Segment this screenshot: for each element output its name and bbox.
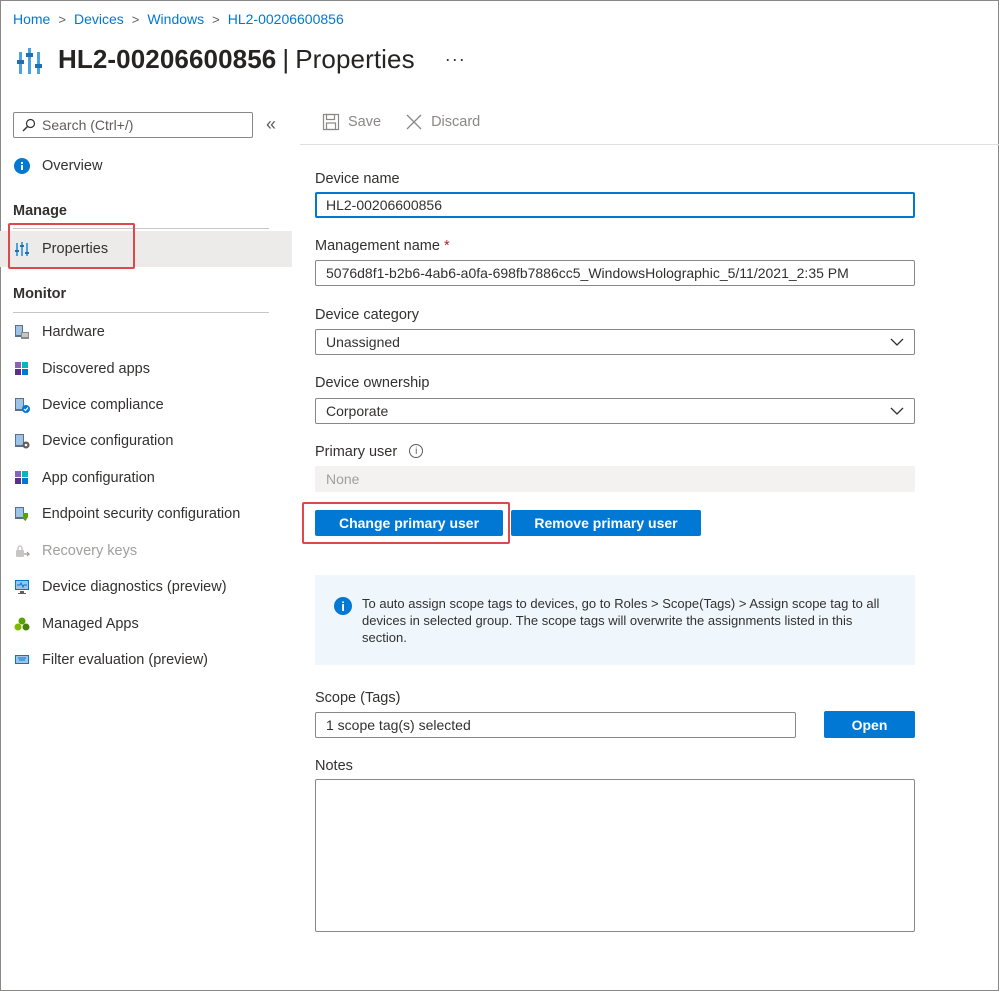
diagnostics-icon <box>13 578 31 596</box>
sidebar-item-discovered-apps[interactable]: Discovered apps <box>0 351 292 387</box>
collapse-sidebar-icon[interactable]: « <box>266 114 276 135</box>
primary-user-value: None <box>326 471 360 487</box>
chevron-down-icon <box>890 407 904 415</box>
notes-label: Notes <box>315 758 353 774</box>
managed-apps-icon <box>13 615 31 633</box>
sidebar-item-label: Overview <box>42 158 103 174</box>
app-configuration-icon <box>13 469 31 487</box>
breadcrumb-device[interactable]: HL2-00206600856 <box>228 11 344 27</box>
save-label: Save <box>348 114 382 130</box>
sidebar-item-overview[interactable]: Overview <box>0 148 292 184</box>
device-name-value: HL2-00206600856 <box>326 197 442 213</box>
device-category-value: Unassigned <box>326 334 400 350</box>
device-ownership-value: Corporate <box>326 403 389 419</box>
sidebar-item-filter-evaluation[interactable]: Filter evaluation (preview) <box>0 642 292 678</box>
scope-tags-label: Scope (Tags) <box>315 690 401 706</box>
close-icon <box>406 114 422 130</box>
primary-user-field: None <box>315 466 915 492</box>
primary-user-label: Primary user i <box>315 444 424 460</box>
primary-user-label-text: Primary user <box>315 444 398 460</box>
sidebar-item-label: App configuration <box>42 470 155 486</box>
sidebar-item-device-configuration[interactable]: Device configuration <box>0 423 292 459</box>
properties-sliders-icon <box>16 42 44 76</box>
discard-button[interactable]: Discard <box>405 113 480 131</box>
page-title: HL2-00206600856 | Properties <box>58 44 415 75</box>
sidebar-item-label: Managed Apps <box>42 616 139 632</box>
sidebar-item-recovery-keys[interactable]: Recovery keys <box>0 533 292 569</box>
section-heading-monitor: Monitor <box>13 286 67 302</box>
sidebar-item-label: Recovery keys <box>42 543 138 559</box>
device-category-dropdown[interactable]: Unassigned <box>315 329 915 355</box>
search-placeholder: Search (Ctrl+/) <box>42 117 134 133</box>
management-name-label-text: Management name <box>315 238 440 254</box>
remove-primary-user-button[interactable]: Remove primary user <box>511 510 701 536</box>
sidebar-item-hardware[interactable]: Hardware <box>0 314 292 350</box>
key-icon <box>13 542 31 560</box>
apps-grid-icon <box>13 360 31 378</box>
save-button[interactable]: Save <box>322 113 381 131</box>
management-name-label: Management name * <box>315 238 450 254</box>
device-compliance-icon <box>13 396 31 414</box>
open-scope-tags-button[interactable]: Open <box>824 711 915 738</box>
device-configuration-icon <box>13 432 31 450</box>
sidebar-item-label: Hardware <box>42 324 105 340</box>
discard-label: Discard <box>431 114 481 130</box>
divider <box>13 312 269 313</box>
change-primary-user-highlight-box <box>302 502 510 544</box>
device-category-label: Device category <box>315 307 419 323</box>
sidebar-item-managed-apps[interactable]: Managed Apps <box>0 606 292 642</box>
info-banner-text: To auto assign scope tags to devices, go… <box>362 596 880 645</box>
page-subtitle: Properties <box>295 43 415 74</box>
sidebar-item-app-configuration[interactable]: App configuration <box>0 460 292 496</box>
required-marker: * <box>443 238 450 254</box>
search-input[interactable]: Search (Ctrl+/) <box>13 112 253 138</box>
section-heading-manage: Manage <box>13 203 67 219</box>
scope-tags-field: 1 scope tag(s) selected <box>315 712 796 738</box>
breadcrumb-devices[interactable]: Devices <box>74 11 124 27</box>
device-name-field[interactable]: HL2-00206600856 <box>315 192 915 218</box>
info-icon <box>13 157 31 175</box>
breadcrumb: Home > Devices > Windows > HL2-002066008… <box>13 11 344 27</box>
management-name-value: 5076d8f1-b2b6-4ab6-a0fa-698fb7886cc5_Win… <box>326 265 849 281</box>
notes-textarea[interactable] <box>315 779 915 932</box>
sidebar-item-label: Device configuration <box>42 433 174 449</box>
breadcrumb-home[interactable]: Home <box>13 11 50 27</box>
filter-evaluation-icon <box>13 651 31 669</box>
divider <box>300 144 999 145</box>
page-header: HL2-00206600856 | Properties ··· <box>16 42 466 76</box>
chevron-down-icon <box>890 338 904 346</box>
sidebar-item-label: Discovered apps <box>42 361 150 377</box>
command-bar: Save Discard <box>322 113 504 131</box>
hardware-icon <box>13 323 31 341</box>
more-options-icon[interactable]: ··· <box>445 49 466 70</box>
breadcrumb-windows[interactable]: Windows <box>147 11 204 27</box>
sidebar-item-device-diagnostics[interactable]: Device diagnostics (preview) <box>0 569 292 605</box>
properties-highlight-box <box>8 223 135 269</box>
sidebar-item-label: Device compliance <box>42 397 164 413</box>
breadcrumb-separator: > <box>212 11 220 27</box>
breadcrumb-separator: > <box>58 11 66 27</box>
device-ownership-dropdown[interactable]: Corporate <box>315 398 915 424</box>
breadcrumb-separator: > <box>131 11 140 27</box>
info-banner: i To auto assign scope tags to devices, … <box>315 575 915 665</box>
device-name-label: Device name <box>315 171 400 187</box>
search-icon <box>22 118 36 132</box>
endpoint-security-icon <box>13 505 31 523</box>
management-name-field[interactable]: 5076d8f1-b2b6-4ab6-a0fa-698fb7886cc5_Win… <box>315 260 915 286</box>
sidebar-item-endpoint-security[interactable]: Endpoint security configuration <box>0 496 292 532</box>
info-icon: i <box>334 597 352 615</box>
sidebar-item-device-compliance[interactable]: Device compliance <box>0 387 292 423</box>
sidebar-item-label: Filter evaluation (preview) <box>42 652 209 668</box>
info-icon[interactable]: i <box>409 444 424 459</box>
title-separator: | <box>282 43 290 74</box>
sidebar-item-label: Endpoint security configuration <box>42 506 241 522</box>
scope-tags-value: 1 scope tag(s) selected <box>326 717 471 733</box>
device-title: HL2-00206600856 <box>58 43 277 74</box>
device-ownership-label: Device ownership <box>315 375 430 391</box>
save-icon <box>322 113 340 131</box>
sidebar-item-label: Device diagnostics (preview) <box>42 579 227 595</box>
